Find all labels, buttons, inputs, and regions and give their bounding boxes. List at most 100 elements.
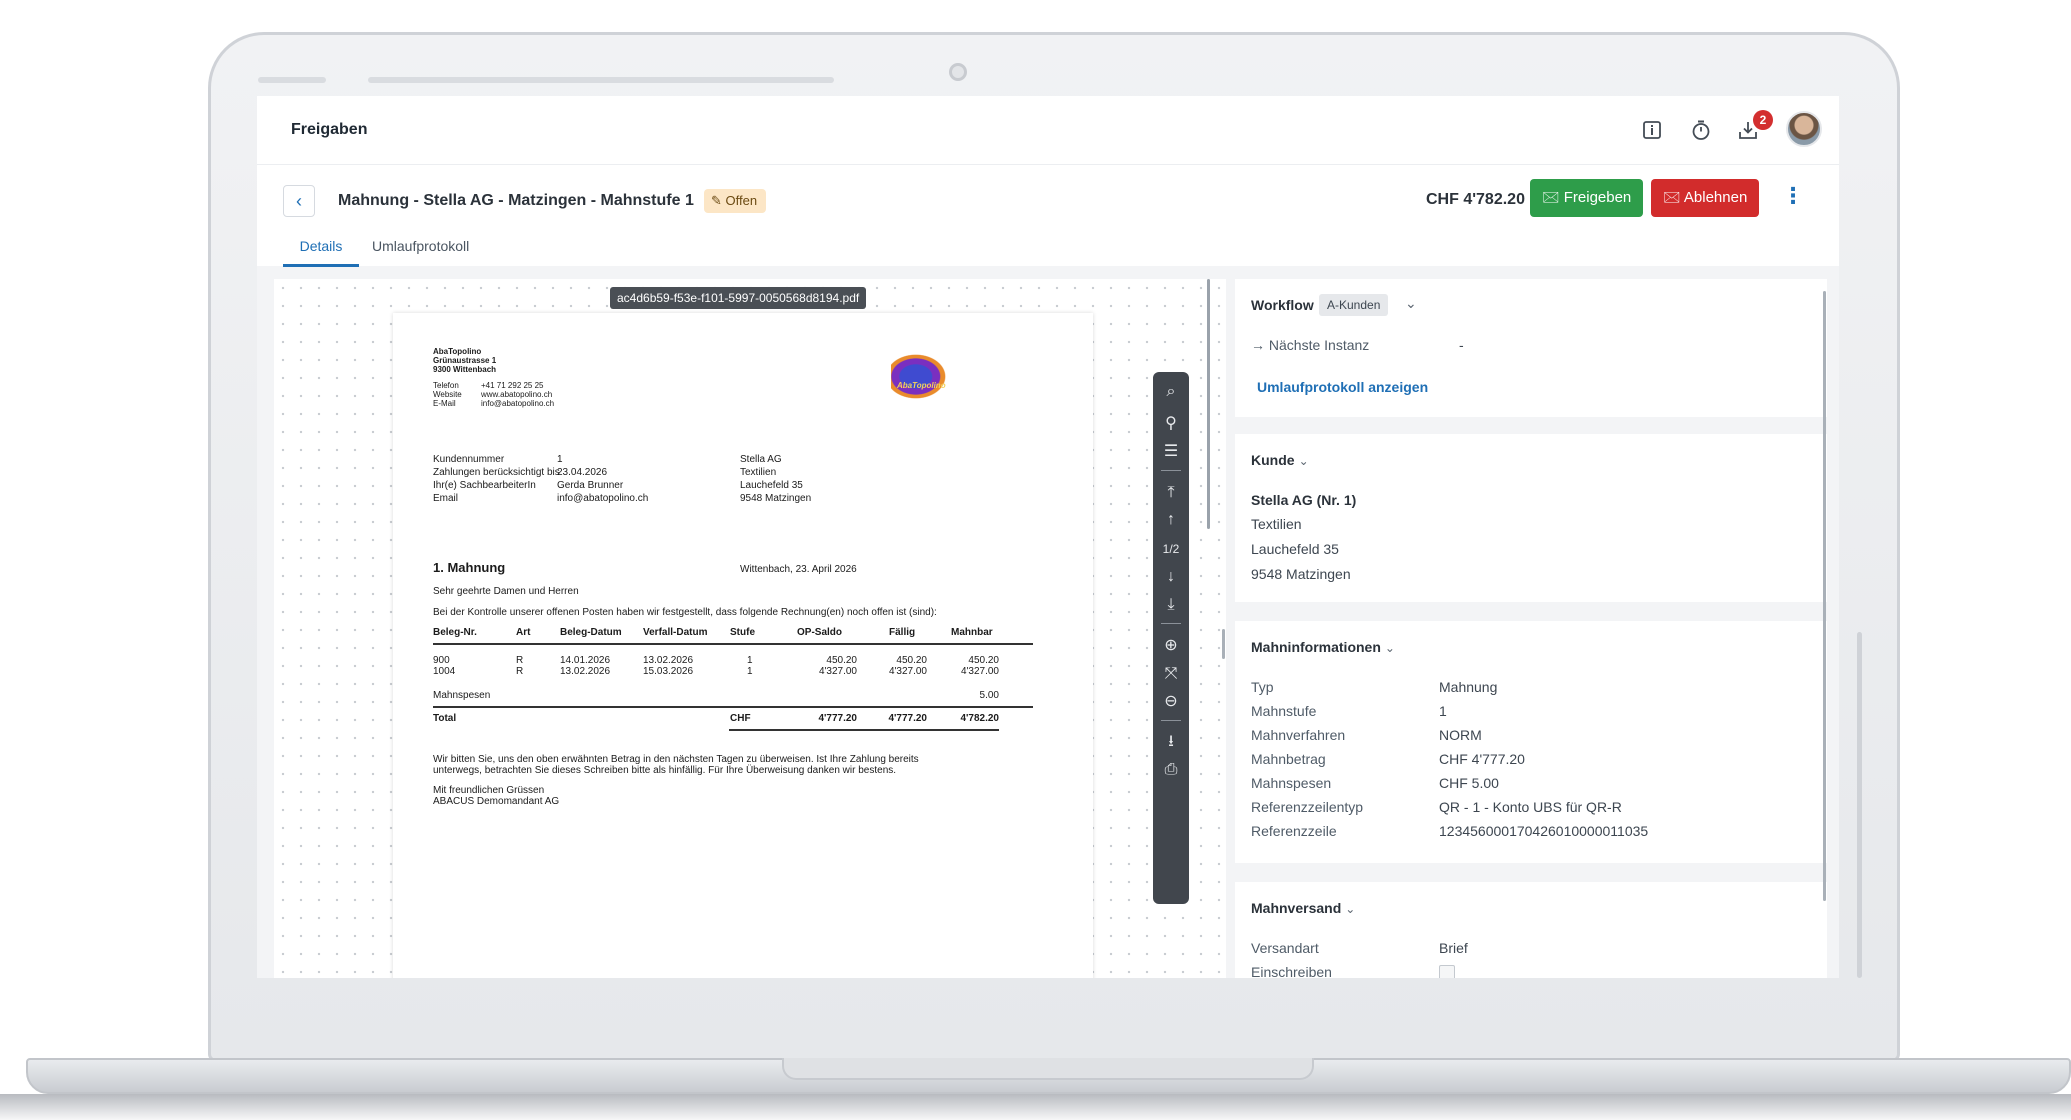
floor-shadow	[0, 1094, 2071, 1120]
reject-label: Ablehnen	[1683, 189, 1748, 206]
dunning-dispatch-title-label: Mahnversand	[1251, 900, 1342, 916]
dispatch-label: Einschreiben	[1251, 964, 1332, 978]
chevron-down-icon: ⌄	[1345, 902, 1356, 916]
top-bar: Freigaben 2	[257, 96, 1839, 164]
status-label: Offen	[725, 193, 758, 208]
meta-value: Gerda Brunner	[557, 480, 624, 491]
pencil-icon: ✎	[711, 193, 722, 208]
reject-icon: 🖂	[1663, 189, 1681, 206]
customer-title[interactable]: Kunde ⌄	[1251, 452, 1309, 468]
camera-icon	[949, 63, 967, 81]
info-value: CHF 4'777.20	[1439, 751, 1525, 767]
info-label: Mahnstufe	[1251, 703, 1317, 719]
info-value: Mahnung	[1439, 679, 1498, 695]
workflow-tag: A-Kunden	[1319, 294, 1389, 316]
dispatch-label: Versandart	[1251, 940, 1319, 956]
table-cell: 15.03.2026	[643, 666, 694, 677]
chevron-down-icon[interactable]: ⌄	[1405, 295, 1417, 312]
timer-icon[interactable]	[1687, 116, 1715, 144]
app-screen: Freigaben 2 ‹ Mahnung - Stella AG - Matz…	[257, 96, 1839, 978]
attachment-icon[interactable]: ⚲	[1153, 410, 1189, 438]
app-title: Freigaben	[291, 121, 368, 138]
closing-line: unterwegs, betrachten Sie dieses Schreib…	[433, 765, 897, 776]
notification-badge: 2	[1753, 110, 1773, 130]
contact-label: E-Mail	[433, 399, 456, 408]
reject-button[interactable]: 🖂 Ablehnen	[1651, 179, 1760, 217]
approve-button[interactable]: 🖂 Freigeben	[1530, 179, 1644, 217]
meta-label: Kundennummer	[433, 454, 505, 465]
chevron-down-icon: ⌄	[1298, 454, 1309, 468]
zoom-in-icon[interactable]: ⊕	[1153, 632, 1189, 660]
show-log-link[interactable]: Umlaufprotokoll anzeigen	[1257, 379, 1428, 395]
more-options-icon[interactable]: ⋮	[1781, 183, 1805, 213]
column-header: Beleg-Nr.	[433, 627, 477, 638]
info-label: Mahnverfahren	[1251, 727, 1346, 743]
viewer-scrollbar[interactable]	[1207, 279, 1210, 529]
outline-icon[interactable]: ☰	[1153, 438, 1189, 466]
tab-umlaufprotokoll[interactable]: Umlaufprotokoll	[372, 231, 469, 267]
signature-block: Mit freundlichen Grüssen ABACUS Demomand…	[433, 785, 559, 807]
company-logo	[891, 349, 953, 399]
logo-text: AbaTopolino	[897, 381, 946, 390]
tab-details[interactable]: Details	[283, 231, 359, 267]
table-cell: 900	[433, 655, 450, 666]
avatar[interactable]	[1786, 111, 1822, 147]
last-page-icon[interactable]: ⤓	[1153, 591, 1189, 619]
approve-label: Freigeben	[1563, 189, 1632, 206]
total-dunnable: 4'782.20	[960, 713, 999, 724]
customer-panel: Kunde ⌄ Stella AG (Nr. 1) Textilien Lauch…	[1235, 434, 1827, 602]
table-cell: 14.01.2026	[560, 655, 611, 666]
column-header: Stufe	[730, 627, 755, 638]
dispatch-value: Brief	[1439, 940, 1468, 956]
search-icon[interactable]: ⌕	[1153, 378, 1189, 406]
contact-value: www.abatopolino.ch	[481, 390, 553, 399]
workflow-title[interactable]: Workflow	[1251, 297, 1314, 313]
first-page-icon[interactable]: ⤒	[1153, 479, 1189, 507]
customer-line: 9548 Matzingen	[1251, 566, 1351, 582]
next-page-icon[interactable]: ↓	[1153, 563, 1189, 591]
toolbar-divider	[1161, 470, 1181, 471]
toolbar-divider	[1161, 623, 1181, 624]
table-cell: 4'327.00	[888, 666, 927, 677]
page-title: Mahnung - Stella AG - Matzingen - Mahnst…	[338, 192, 694, 209]
page-indicator: 1/2	[1162, 542, 1180, 556]
zoom-out-icon[interactable]: ⊖	[1153, 688, 1189, 716]
print-icon[interactable]: ⎙	[1153, 756, 1189, 784]
info-icon[interactable]	[1638, 116, 1666, 144]
arrow-right-icon: →	[1251, 337, 1265, 353]
previous-page-icon[interactable]: ↑	[1153, 506, 1189, 534]
recipient-address: Stella AG Textilien Lauchefeld 35 9548 M…	[740, 453, 811, 505]
registered-mail-checkbox[interactable]	[1439, 965, 1455, 978]
intro-text: Bei der Kontrolle unserer offenen Posten…	[433, 607, 937, 618]
panel-scrollbar[interactable]	[1823, 291, 1826, 901]
pdf-viewer[interactable]: AbaTopolino Grünaustrasse 1 9300 Wittenb…	[274, 279, 1226, 978]
meta-value: info@abatopolino.ch	[557, 493, 649, 504]
meta-value: 1	[557, 454, 563, 465]
closing-line: Wir bitten Sie, uns den oben erwähnten B…	[433, 754, 919, 765]
table-cell: R	[516, 666, 524, 677]
info-value: QR - 1 - Konto UBS für QR-R	[1439, 799, 1622, 815]
info-label: Referenzzeilentyp	[1251, 799, 1364, 815]
download-icon[interactable]: ⭳	[1153, 728, 1189, 756]
sender-contacts: Telefon +41 71 292 25 25 Website www.abato…	[433, 381, 554, 408]
recipient-line: Textilien	[740, 467, 777, 478]
dunning-info-title[interactable]: Mahninformationen ⌄	[1251, 639, 1395, 655]
contact-label: Website	[433, 390, 462, 399]
record-header: ‹ Mahnung - Stella AG - Matzingen - Mahn…	[257, 164, 1839, 267]
salutation: Sehr geehrte Damen und Herren	[433, 586, 579, 597]
customer-name: Stella AG (Nr. 1)	[1251, 492, 1357, 508]
next-instance-value: -	[1459, 337, 1464, 353]
letter-date: Wittenbach, 23. April 2026	[740, 564, 857, 575]
sender-name: AbaTopolino	[433, 347, 482, 356]
dunning-dispatch-title[interactable]: Mahnversand ⌄	[1251, 900, 1355, 916]
recipient-line: 9548 Matzingen	[740, 493, 812, 504]
meta-values: 1 23.04.2026 Gerda Brunner info@abatopol…	[557, 453, 648, 505]
splitter-handle[interactable]	[1222, 629, 1225, 659]
fit-icon[interactable]: ⤧	[1153, 660, 1189, 688]
total-due: 4'777.20	[888, 713, 927, 724]
back-button[interactable]: ‹	[283, 185, 315, 217]
recipient-line: Lauchefeld 35	[740, 480, 803, 491]
meta-labels: Kundennummer Zahlungen berücksichtigt bi…	[433, 453, 560, 505]
meta-label: Zahlungen berücksichtigt bis	[433, 467, 560, 478]
next-instance-label: Nächste Instanz	[1268, 337, 1370, 353]
